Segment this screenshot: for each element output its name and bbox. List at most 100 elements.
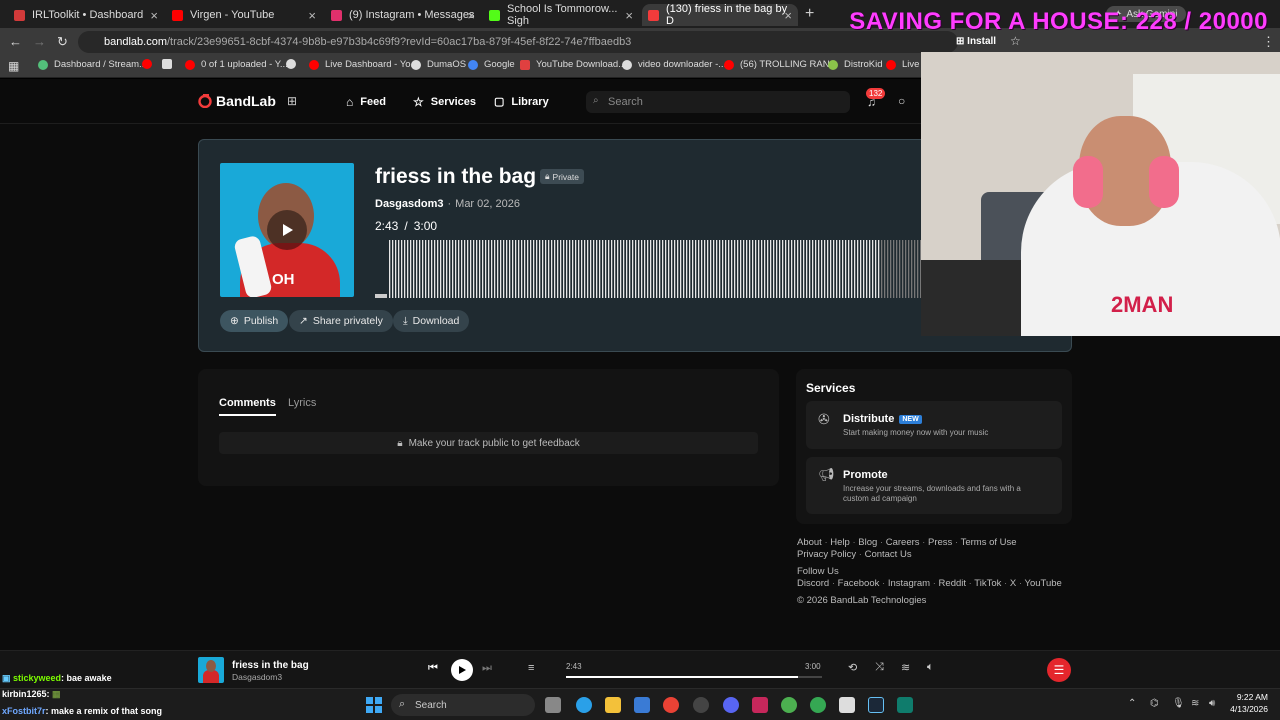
browser-tab-active[interactable]: (130) friess in the bag by D × (642, 3, 798, 27)
repeat-icon[interactable]: ⟲ (848, 661, 857, 674)
cover-play-button[interactable] (267, 210, 307, 250)
address-bar[interactable]: bandlab.com/track/23e99651-8cbf-4374-9b8… (78, 31, 958, 53)
service-promote[interactable]: 📢︎ Promote Increase your streams, downlo… (806, 457, 1062, 514)
youtube-icon (142, 59, 152, 69)
bookmark-item[interactable]: DistroKid (828, 59, 883, 70)
player-progress-track[interactable] (566, 676, 822, 678)
bookmark-item[interactable]: DumaOS (411, 59, 466, 70)
nav-feed[interactable]: ⌂ Feed (346, 95, 386, 109)
bookmark-item[interactable]: (56) TROLLING RAN... (724, 59, 838, 70)
artist-link[interactable]: Dasgasdom3 (375, 198, 443, 210)
next-track-icon[interactable]: ⏭︎ (482, 662, 492, 675)
microphone-icon[interactable]: 🎙︎ (1172, 698, 1185, 709)
bookmark-item[interactable] (286, 59, 302, 69)
task-view-icon[interactable] (545, 697, 561, 713)
track-cover-art[interactable]: OH (220, 163, 354, 297)
bookmark-item[interactable]: Dashboard / Stream... (38, 59, 147, 70)
browser-tab[interactable]: (9) Instagram • Messages × (325, 4, 481, 26)
browser-tab[interactable]: School Is Tommorow... Sigh × (483, 3, 639, 27)
footer-link[interactable]: Help (830, 537, 850, 548)
shuffle-icon[interactable]: ⤨ (875, 661, 884, 674)
download-button[interactable]: ⤓ Download (393, 310, 470, 332)
search-input[interactable]: ⌕ Search (586, 91, 850, 113)
footer-link[interactable]: Facebook (838, 578, 880, 589)
app-icon[interactable] (897, 697, 913, 713)
github-icon (286, 59, 296, 69)
close-icon[interactable]: × (308, 8, 316, 23)
bookmark-item[interactable] (162, 59, 178, 69)
browser-tab[interactable]: IRLToolkit • Dashboard × (8, 4, 164, 26)
queue-icon[interactable]: ≡ (528, 662, 534, 674)
footer-link[interactable]: YouTube (1024, 578, 1061, 589)
clock[interactable]: 9:22 AM 4/13/2026 (1230, 692, 1268, 714)
player-menu-button[interactable]: ☰ (1047, 658, 1071, 682)
bookmark-item[interactable]: YouTube Download... (520, 59, 626, 70)
app-a-icon[interactable] (752, 697, 768, 713)
capcut-icon[interactable] (839, 697, 855, 713)
footer-link[interactable]: Contact Us (865, 549, 912, 560)
bookmark-item[interactable]: video downloader -... (622, 59, 726, 70)
footer-link[interactable]: Discord (797, 578, 829, 589)
taskbar-search[interactable]: ⌕ Search (391, 694, 535, 716)
footer-link[interactable]: Terms of Use (961, 537, 1017, 548)
nav-services[interactable]: ☆ Services (413, 95, 476, 109)
bookmark-item[interactable] (142, 59, 158, 69)
bandlab-logo[interactable]: BandLab (198, 93, 276, 109)
publish-button[interactable]: ⊕ Publish (220, 310, 289, 332)
chrome-icon[interactable] (663, 697, 679, 713)
wifi-icon[interactable]: ≋ (1191, 698, 1199, 709)
apps-grid-icon[interactable]: ▦ (8, 59, 19, 73)
tab-lyrics[interactable]: Lyrics (288, 397, 316, 409)
player-cover-art[interactable] (198, 657, 224, 683)
tab-comments[interactable]: Comments (219, 397, 276, 416)
player-track-title[interactable]: friess in the bag (232, 660, 309, 671)
volume-icon[interactable]: 🔈︎ (927, 661, 934, 674)
waveform[interactable] (375, 238, 923, 298)
file-explorer-icon[interactable] (605, 697, 621, 713)
bookmark-item[interactable]: 0 of 1 uploaded - Y... (185, 59, 288, 70)
tray-chevron-icon[interactable]: ⌃ (1128, 698, 1136, 709)
close-icon[interactable]: × (784, 8, 792, 23)
footer-link[interactable]: Careers (886, 537, 920, 548)
new-tab-icon[interactable]: + (805, 5, 814, 23)
footer-link[interactable]: Reddit (939, 578, 966, 589)
previous-track-icon[interactable]: ⏮︎ (428, 662, 438, 675)
install-button[interactable]: ⊞ Install (956, 36, 996, 47)
discord-icon[interactable] (723, 697, 739, 713)
footer-link[interactable]: Privacy Policy (797, 549, 856, 560)
waveform-bar (572, 240, 574, 298)
back-icon[interactable]: ← (9, 34, 22, 49)
network-icon[interactable]: ⌬ (1150, 698, 1159, 709)
apps-grid-icon[interactable]: ⊞ (287, 94, 297, 108)
player-artist[interactable]: Dasgasdom3 (232, 672, 282, 682)
close-icon[interactable]: × (625, 8, 633, 23)
store-icon[interactable] (634, 697, 650, 713)
bookmark-item[interactable]: Google (468, 59, 515, 70)
chrome-profile-icon[interactable] (810, 697, 826, 713)
service-distribute[interactable]: ✇ Distribute NEW Start making money now … (806, 401, 1062, 449)
close-icon[interactable]: × (467, 8, 475, 23)
footer-link[interactable]: TikTok (974, 578, 1001, 589)
forward-icon[interactable]: → (33, 34, 46, 49)
reload-icon[interactable]: ↻ (57, 34, 68, 50)
messages-icon[interactable]: ○ (898, 94, 905, 108)
bookmark-star-icon[interactable]: ☆ (1010, 34, 1021, 48)
bookmark-item[interactable]: Live Dashboard - Yo... (309, 59, 418, 70)
menu-kebab-icon[interactable]: ⋮ (1262, 34, 1275, 50)
nav-library[interactable]: ▢ Library (494, 95, 549, 109)
browser-tab[interactable]: Virgen - YouTube × (166, 4, 322, 26)
close-icon[interactable]: × (150, 8, 158, 23)
tempo-icon[interactable]: ≋ (901, 661, 910, 674)
windows-start-icon[interactable] (366, 697, 382, 713)
player-play-button[interactable] (451, 659, 473, 681)
share-privately-button[interactable]: ↗ Share privately (289, 310, 393, 332)
obs-icon[interactable] (693, 697, 709, 713)
footer-link[interactable]: Instagram (888, 578, 930, 589)
footer-link[interactable]: Press (928, 537, 952, 548)
speaker-icon[interactable]: 🔊︎ (1209, 698, 1215, 709)
edge-icon[interactable] (576, 697, 592, 713)
footer-link[interactable]: About (797, 537, 822, 548)
steam-icon[interactable] (868, 697, 884, 713)
chrome-profile-icon[interactable] (781, 697, 797, 713)
footer-link[interactable]: Blog (858, 537, 877, 548)
